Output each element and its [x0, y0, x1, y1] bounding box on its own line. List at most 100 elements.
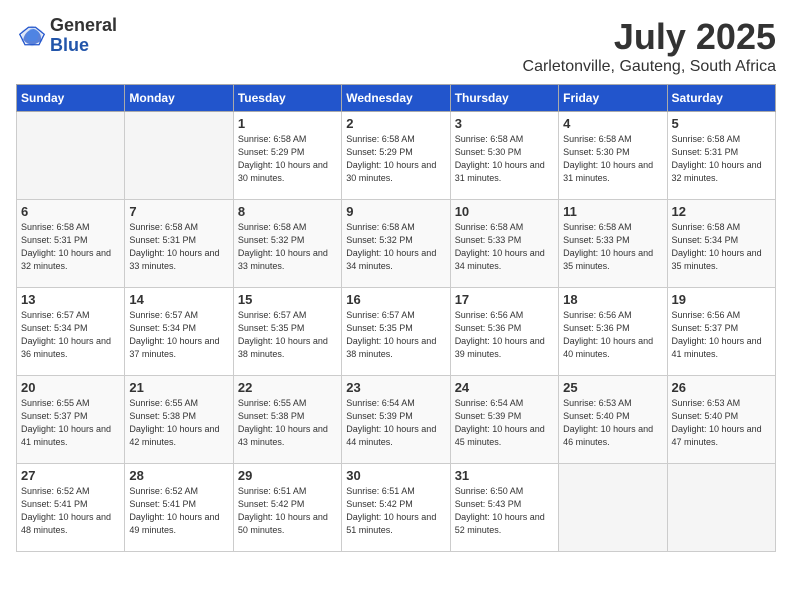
day-number: 26	[672, 380, 771, 395]
calendar-cell	[17, 112, 125, 200]
calendar-cell	[667, 464, 775, 552]
day-number: 21	[129, 380, 228, 395]
header-wednesday: Wednesday	[342, 85, 450, 112]
day-info: Sunrise: 6:57 AM Sunset: 5:35 PM Dayligh…	[346, 309, 445, 361]
calendar-cell: 15 Sunrise: 6:57 AM Sunset: 5:35 PM Dayli…	[233, 288, 341, 376]
calendar-cell: 26 Sunrise: 6:53 AM Sunset: 5:40 PM Dayli…	[667, 376, 775, 464]
calendar-title: July 2025	[523, 16, 776, 58]
calendar-cell: 6 Sunrise: 6:58 AM Sunset: 5:31 PM Daylig…	[17, 200, 125, 288]
calendar-cell	[125, 112, 233, 200]
day-info: Sunrise: 6:55 AM Sunset: 5:38 PM Dayligh…	[238, 397, 337, 449]
logo-icon	[18, 22, 46, 50]
header-row: SundayMondayTuesdayWednesdayThursdayFrid…	[17, 85, 776, 112]
page-header: General Blue July 2025 Carletonville, Ga…	[16, 16, 776, 76]
day-number: 6	[21, 204, 120, 219]
day-number: 20	[21, 380, 120, 395]
calendar-cell: 24 Sunrise: 6:54 AM Sunset: 5:39 PM Dayli…	[450, 376, 558, 464]
day-number: 16	[346, 292, 445, 307]
calendar-cell: 18Sunrise: 6:56 AM Sunset: 5:36 PM Dayli…	[559, 288, 667, 376]
day-info: Sunrise: 6:54 AM Sunset: 5:39 PM Dayligh…	[346, 397, 445, 449]
day-info: Sunrise: 6:52 AM Sunset: 5:41 PM Dayligh…	[129, 485, 228, 537]
day-number: 1	[238, 116, 337, 131]
day-info: Sunrise: 6:58 AM Sunset: 5:33 PM Dayligh…	[455, 221, 554, 273]
day-info: Sunrise: 6:58 AM Sunset: 5:29 PM Dayligh…	[346, 133, 445, 185]
calendar-cell: 14 Sunrise: 6:57 AM Sunset: 5:34 PM Dayli…	[125, 288, 233, 376]
calendar-cell: 11 Sunrise: 6:58 AM Sunset: 5:33 PM Dayli…	[559, 200, 667, 288]
day-info: Sunrise: 6:57 AM Sunset: 5:34 PM Dayligh…	[21, 309, 120, 361]
day-number: 28	[129, 468, 228, 483]
day-info: Sunrise: 6:51 AM Sunset: 5:42 PM Dayligh…	[346, 485, 445, 537]
calendar-table: SundayMondayTuesdayWednesdayThursdayFrid…	[16, 84, 776, 552]
week-row-3: 13 Sunrise: 6:57 AM Sunset: 5:34 PM Dayli…	[17, 288, 776, 376]
title-section: July 2025 Carletonville, Gauteng, South …	[523, 16, 776, 76]
calendar-cell: 16 Sunrise: 6:57 AM Sunset: 5:35 PM Dayli…	[342, 288, 450, 376]
day-info: Sunrise: 6:58 AM Sunset: 5:31 PM Dayligh…	[129, 221, 228, 273]
week-row-2: 6 Sunrise: 6:58 AM Sunset: 5:31 PM Daylig…	[17, 200, 776, 288]
calendar-cell: 20 Sunrise: 6:55 AM Sunset: 5:37 PM Dayli…	[17, 376, 125, 464]
day-info: Sunrise: 6:58 AM Sunset: 5:33 PM Dayligh…	[563, 221, 662, 273]
day-info: Sunrise: 6:58 AM Sunset: 5:32 PM Dayligh…	[346, 221, 445, 273]
header-sunday: Sunday	[17, 85, 125, 112]
day-number: 11	[563, 204, 662, 219]
day-info: Sunrise: 6:55 AM Sunset: 5:38 PM Dayligh…	[129, 397, 228, 449]
day-info: Sunrise: 6:50 AM Sunset: 5:43 PM Dayligh…	[455, 485, 554, 537]
day-number: 15	[238, 292, 337, 307]
day-info: Sunrise: 6:58 AM Sunset: 5:29 PM Dayligh…	[238, 133, 337, 185]
calendar-cell: 29 Sunrise: 6:51 AM Sunset: 5:42 PM Dayli…	[233, 464, 341, 552]
logo-general-text: General	[50, 16, 117, 36]
day-info: Sunrise: 6:53 AM Sunset: 5:40 PM Dayligh…	[672, 397, 771, 449]
day-info: Sunrise: 6:55 AM Sunset: 5:37 PM Dayligh…	[21, 397, 120, 449]
calendar-cell: 7 Sunrise: 6:58 AM Sunset: 5:31 PM Daylig…	[125, 200, 233, 288]
calendar-cell: 22 Sunrise: 6:55 AM Sunset: 5:38 PM Dayli…	[233, 376, 341, 464]
calendar-cell: 28 Sunrise: 6:52 AM Sunset: 5:41 PM Dayli…	[125, 464, 233, 552]
day-info: Sunrise: 6:58 AM Sunset: 5:34 PM Dayligh…	[672, 221, 771, 273]
day-info: Sunrise: 6:58 AM Sunset: 5:31 PM Dayligh…	[672, 133, 771, 185]
day-number: 23	[346, 380, 445, 395]
day-number: 4	[563, 116, 662, 131]
day-number: 24	[455, 380, 554, 395]
calendar-cell: 13 Sunrise: 6:57 AM Sunset: 5:34 PM Dayli…	[17, 288, 125, 376]
day-number: 3	[455, 116, 554, 131]
week-row-5: 27 Sunrise: 6:52 AM Sunset: 5:41 PM Dayli…	[17, 464, 776, 552]
day-number: 10	[455, 204, 554, 219]
calendar-cell: 2 Sunrise: 6:58 AM Sunset: 5:29 PM Daylig…	[342, 112, 450, 200]
day-number: 7	[129, 204, 228, 219]
day-number: 13	[21, 292, 120, 307]
day-number: 30	[346, 468, 445, 483]
calendar-cell: 31Sunrise: 6:50 AM Sunset: 5:43 PM Dayli…	[450, 464, 558, 552]
day-number: 2	[346, 116, 445, 131]
day-info: Sunrise: 6:54 AM Sunset: 5:39 PM Dayligh…	[455, 397, 554, 449]
header-monday: Monday	[125, 85, 233, 112]
day-number: 22	[238, 380, 337, 395]
day-number: 29	[238, 468, 337, 483]
day-info: Sunrise: 6:51 AM Sunset: 5:42 PM Dayligh…	[238, 485, 337, 537]
calendar-cell: 27Sunrise: 6:52 AM Sunset: 5:41 PM Dayli…	[17, 464, 125, 552]
day-number: 19	[672, 292, 771, 307]
week-row-1: 1 Sunrise: 6:58 AM Sunset: 5:29 PM Daylig…	[17, 112, 776, 200]
day-number: 14	[129, 292, 228, 307]
calendar-cell: 21 Sunrise: 6:55 AM Sunset: 5:38 PM Dayli…	[125, 376, 233, 464]
day-info: Sunrise: 6:57 AM Sunset: 5:34 PM Dayligh…	[129, 309, 228, 361]
week-row-4: 20 Sunrise: 6:55 AM Sunset: 5:37 PM Dayli…	[17, 376, 776, 464]
day-info: Sunrise: 6:56 AM Sunset: 5:37 PM Dayligh…	[672, 309, 771, 361]
day-info: Sunrise: 6:57 AM Sunset: 5:35 PM Dayligh…	[238, 309, 337, 361]
day-number: 25	[563, 380, 662, 395]
calendar-cell: 5 Sunrise: 6:58 AM Sunset: 5:31 PM Daylig…	[667, 112, 775, 200]
day-number: 8	[238, 204, 337, 219]
day-number: 9	[346, 204, 445, 219]
day-info: Sunrise: 6:58 AM Sunset: 5:31 PM Dayligh…	[21, 221, 120, 273]
day-info: Sunrise: 6:56 AM Sunset: 5:36 PM Dayligh…	[563, 309, 662, 361]
day-number: 17	[455, 292, 554, 307]
logo: General Blue	[16, 16, 117, 56]
header-tuesday: Tuesday	[233, 85, 341, 112]
day-info: Sunrise: 6:58 AM Sunset: 5:32 PM Dayligh…	[238, 221, 337, 273]
calendar-cell: 3Sunrise: 6:58 AM Sunset: 5:30 PM Daylig…	[450, 112, 558, 200]
calendar-cell: 12Sunrise: 6:58 AM Sunset: 5:34 PM Dayli…	[667, 200, 775, 288]
logo-blue-text: Blue	[50, 36, 117, 56]
day-number: 5	[672, 116, 771, 131]
calendar-cell: 1 Sunrise: 6:58 AM Sunset: 5:29 PM Daylig…	[233, 112, 341, 200]
day-number: 27	[21, 468, 120, 483]
calendar-subtitle: Carletonville, Gauteng, South Africa	[523, 58, 776, 76]
calendar-cell: 23 Sunrise: 6:54 AM Sunset: 5:39 PM Dayli…	[342, 376, 450, 464]
header-friday: Friday	[559, 85, 667, 112]
